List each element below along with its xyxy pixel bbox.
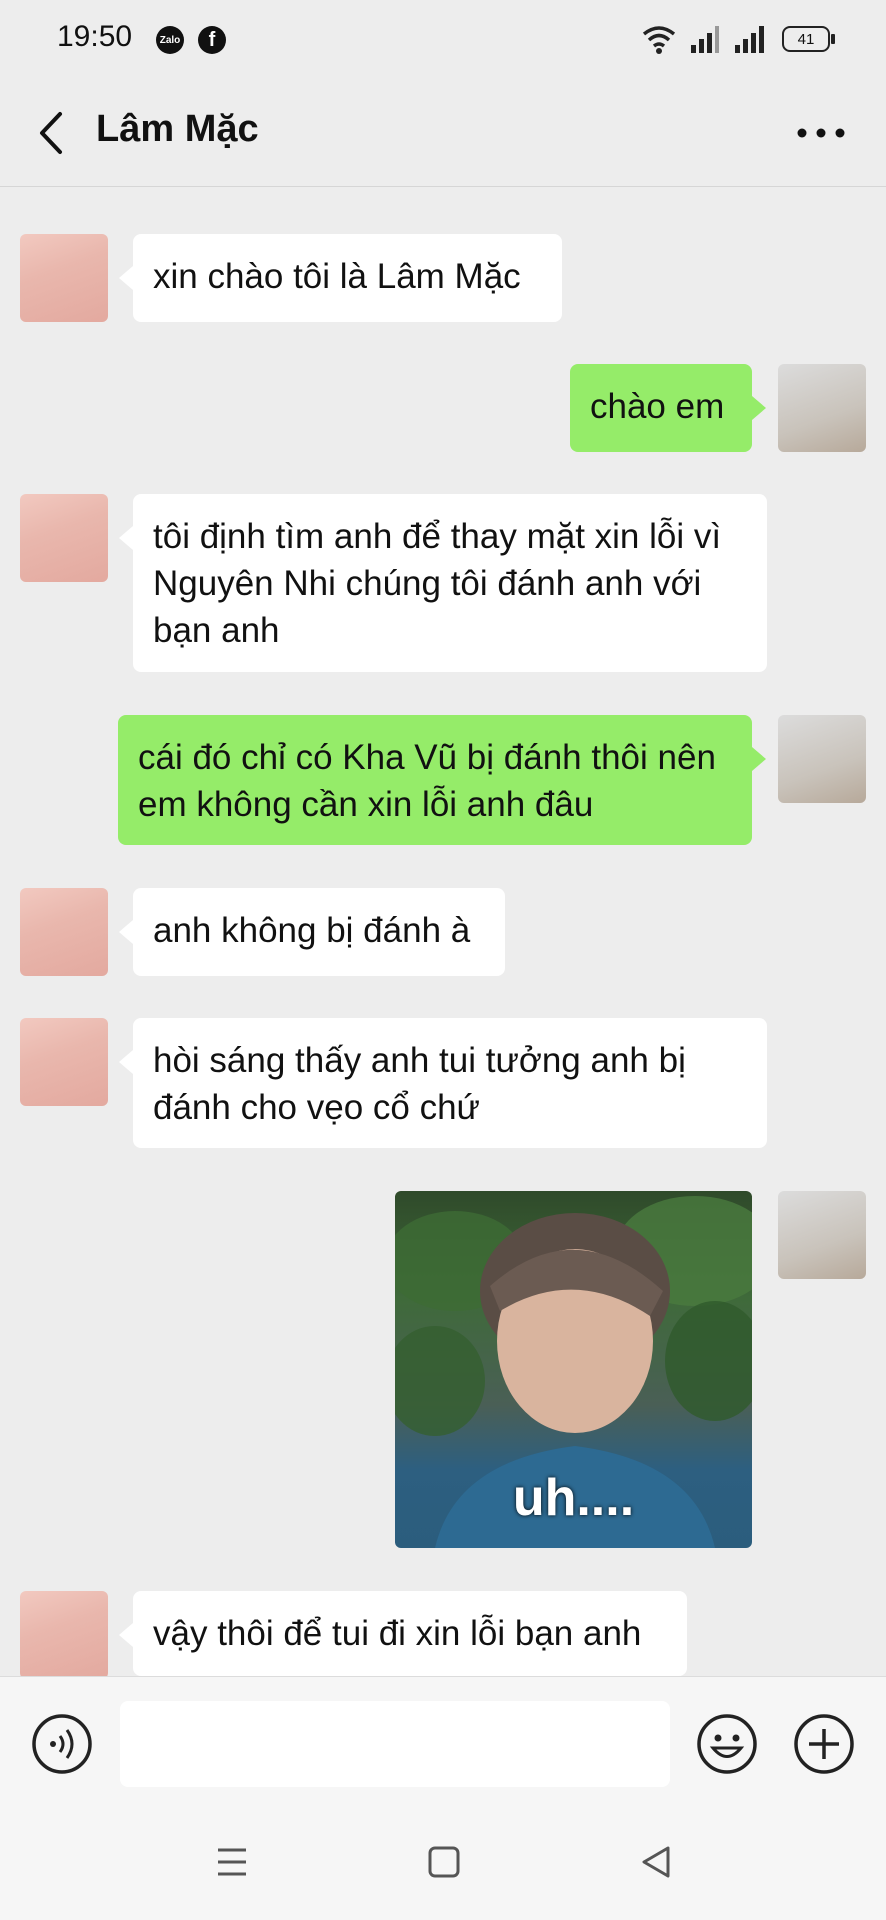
system-nav-bar — [0, 1800, 886, 1920]
image-message[interactable]: uh.... — [395, 1191, 752, 1548]
incoming-message[interactable]: tôi định tìm anh để thay mặt xin lỗi vì … — [119, 494, 767, 672]
contact-avatar[interactable] — [20, 1018, 108, 1106]
home-icon[interactable] — [424, 1842, 464, 1882]
image-caption: uh.... — [512, 1469, 635, 1527]
chat-header: Lâm Mặc — [0, 80, 886, 187]
signal-2-icon — [735, 26, 764, 53]
my-avatar[interactable] — [778, 1191, 866, 1279]
emoji-icon[interactable] — [696, 1713, 758, 1775]
incoming-message[interactable]: hòi sáng thấy anh tui tưởng anh bị đánh … — [119, 1018, 767, 1148]
my-avatar[interactable] — [778, 364, 866, 452]
back-nav-icon[interactable] — [636, 1842, 676, 1882]
incoming-message[interactable]: xin chào tôi là Lâm Mặc — [119, 234, 562, 322]
status-bar: 19:50 Zalo f 41 — [0, 0, 886, 80]
status-indicators: 41 — [642, 24, 835, 54]
status-time: 19:50 — [57, 20, 133, 53]
input-bar — [0, 1676, 886, 1801]
incoming-message[interactable]: anh không bị đánh à — [119, 888, 505, 976]
signal-icon — [691, 26, 719, 53]
contact-avatar[interactable] — [20, 1591, 108, 1679]
wifi-icon — [642, 26, 676, 54]
add-icon[interactable] — [793, 1713, 855, 1775]
incoming-message[interactable]: vậy thôi để tui đi xin lỗi bạn anh — [119, 1591, 687, 1676]
more-options-button[interactable] — [796, 118, 846, 148]
contact-name[interactable]: Lâm Mặc — [96, 108, 259, 151]
menu-icon[interactable] — [212, 1842, 252, 1882]
outgoing-message[interactable]: chào em — [570, 364, 766, 452]
my-avatar[interactable] — [778, 715, 866, 803]
battery-indicator: 41 — [782, 26, 835, 52]
back-button[interactable] — [34, 110, 70, 156]
message-input[interactable] — [120, 1701, 670, 1787]
facebook-icon: f — [198, 26, 226, 54]
contact-avatar[interactable] — [20, 494, 108, 582]
zalo-icon: Zalo — [156, 26, 184, 54]
contact-avatar[interactable] — [20, 888, 108, 976]
contact-avatar[interactable] — [20, 234, 108, 322]
outgoing-message[interactable]: cái đó chỉ có Kha Vũ bị đánh thôi nên em… — [118, 715, 766, 845]
voice-icon[interactable] — [31, 1713, 93, 1775]
